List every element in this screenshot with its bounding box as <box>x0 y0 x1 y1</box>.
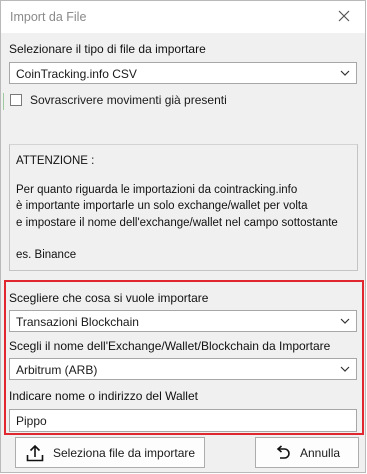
window-title: Import da File <box>10 10 87 24</box>
focus-mark <box>3 93 4 110</box>
overwrite-checkbox[interactable] <box>10 94 22 106</box>
chevron-down-icon <box>340 70 350 76</box>
select-file-button[interactable]: Seleziona file da importare <box>15 437 205 468</box>
select-file-label: Seleziona file da importare <box>53 446 196 460</box>
import-dialog: Import da File Selezionare il tipo di fi… <box>0 0 366 473</box>
undo-icon <box>276 445 290 459</box>
close-icon[interactable] <box>337 9 351 23</box>
file-type-value: CoinTracking.info CSV <box>16 67 137 81</box>
highlight-frame <box>4 280 364 435</box>
file-type-label: Selezionare il tipo di file da importare <box>9 42 206 56</box>
title-bar: Import da File <box>1 1 365 33</box>
notice-example: es. Binance <box>16 249 77 261</box>
upload-icon <box>26 444 44 462</box>
notice-heading: ATTENZIONE : <box>16 155 95 167</box>
notice-box: ATTENZIONE : Per quanto riguarda le impo… <box>9 144 358 271</box>
notice-line: Per quanto riguarda le importazioni da c… <box>16 184 298 196</box>
overwrite-label[interactable]: Sovrascrivere movimenti già presenti <box>30 93 227 107</box>
notice-line: è importante importarle un solo exchange… <box>16 200 308 212</box>
cancel-button[interactable]: Annulla <box>255 437 359 468</box>
file-type-select[interactable]: CoinTracking.info CSV <box>9 62 357 84</box>
cancel-label: Annulla <box>300 446 341 460</box>
notice-line: e impostare il nome dell'exchange/wallet… <box>16 217 338 229</box>
